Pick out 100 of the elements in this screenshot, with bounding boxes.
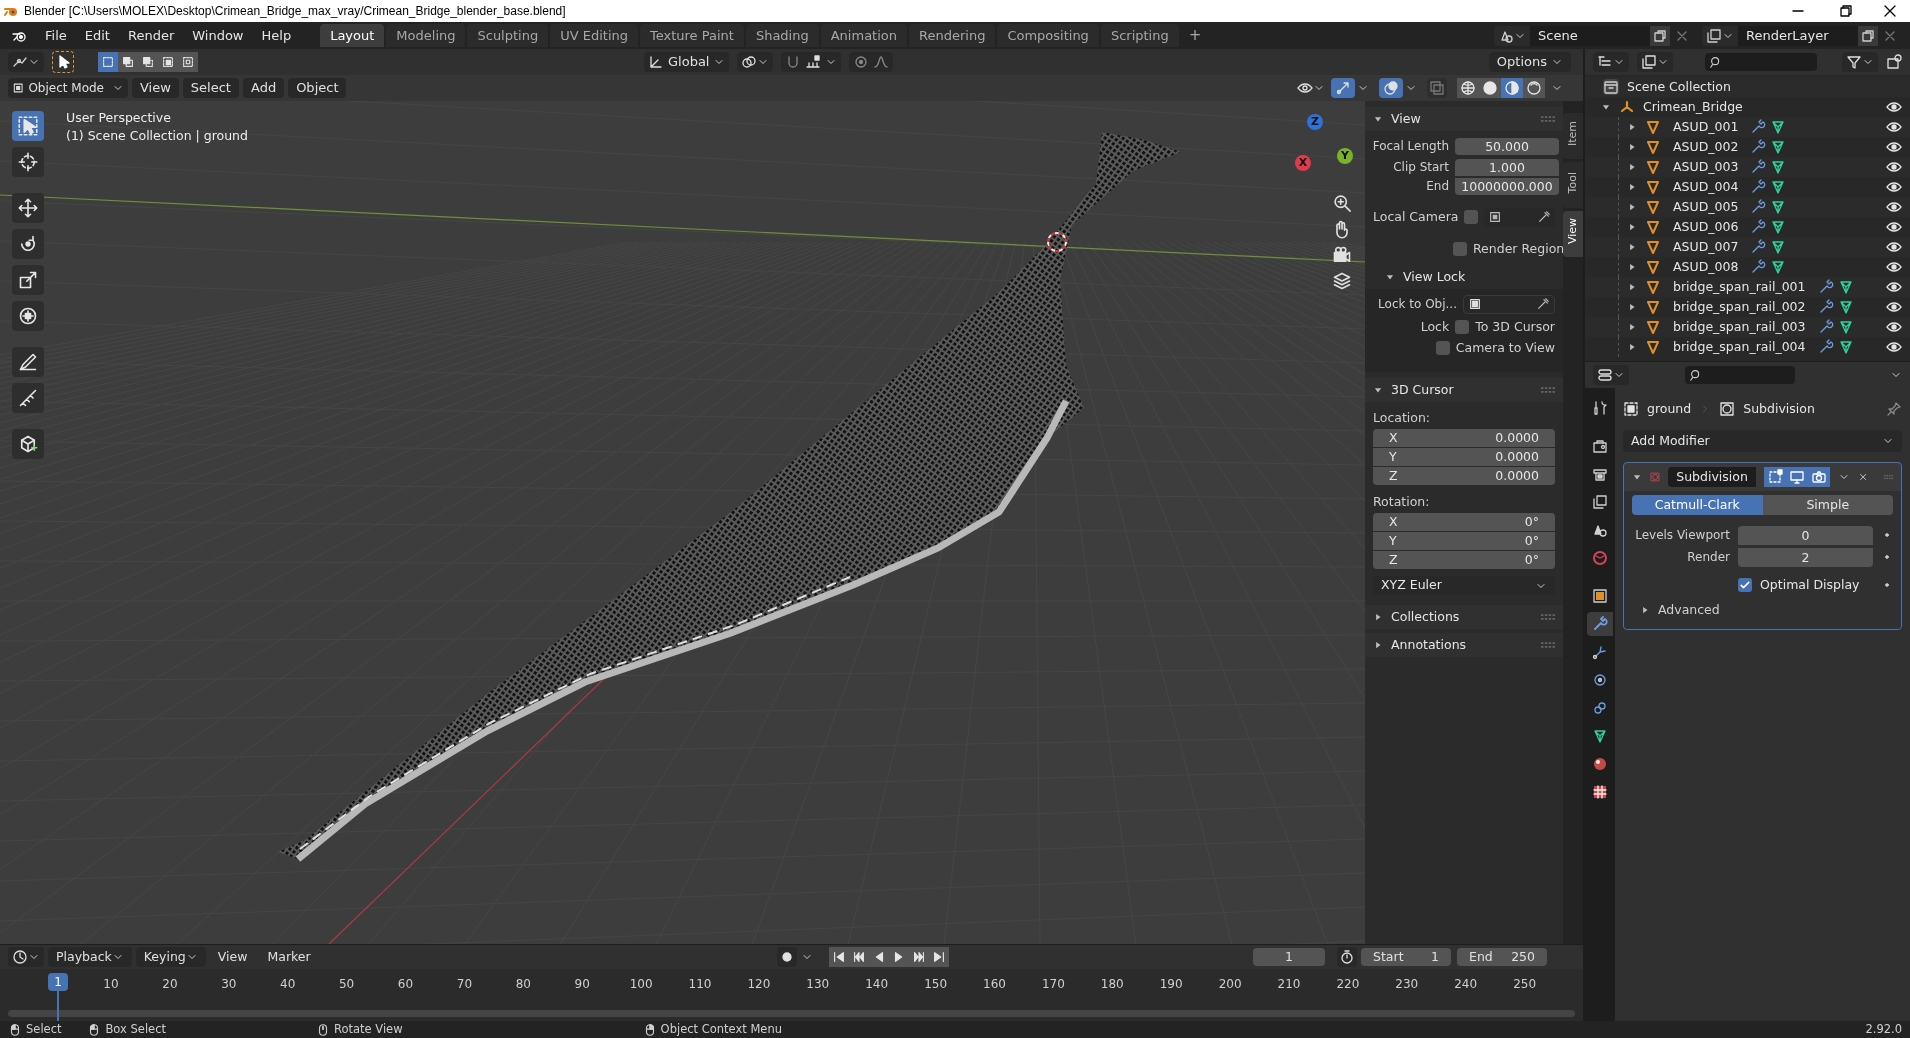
orientation-dropdown[interactable]: Global bbox=[644, 52, 730, 72]
add-workspace-button[interactable]: + bbox=[1180, 24, 1210, 47]
menu-item[interactable]: File bbox=[36, 24, 76, 47]
outliner-item[interactable]: ASUD_008 bbox=[1673, 257, 1739, 277]
checkbox-label: To 3D Cursor bbox=[1475, 317, 1555, 336]
breadcrumb-item: Subdivision bbox=[1743, 399, 1815, 418]
subdivision-type-tab[interactable]: Simple bbox=[1762, 495, 1893, 515]
outliner-item[interactable]: ASUD_006 bbox=[1673, 217, 1739, 237]
modifier-name-field[interactable]: Subdivision bbox=[1668, 467, 1756, 487]
number-field[interactable]: 50.000 bbox=[1455, 137, 1559, 155]
menu-item[interactable]: View bbox=[132, 78, 179, 98]
breadcrumb-item: ground bbox=[1647, 399, 1692, 418]
workspace-tab[interactable]: Modeling bbox=[386, 24, 466, 47]
field-label: Focal Length bbox=[1371, 138, 1449, 155]
current-frame-field[interactable]: 1 bbox=[1253, 948, 1325, 966]
frame-tick-label: 10 bbox=[103, 976, 119, 993]
options-dropdown[interactable]: Options bbox=[1488, 52, 1571, 72]
outliner-item[interactable]: Crimean_Bridge bbox=[1643, 97, 1886, 117]
frame-tick-label: 90 bbox=[574, 976, 590, 993]
checkbox-label: Render Region bbox=[1473, 239, 1563, 258]
number-field[interactable]: 0 bbox=[1738, 525, 1873, 545]
rotation-mode-dropdown[interactable]: XYZ Euler bbox=[1373, 576, 1555, 595]
section-label: Rotation: bbox=[1373, 493, 1431, 511]
frame-tick-label: 160 bbox=[983, 976, 1006, 993]
menu-item[interactable]: Render bbox=[118, 24, 184, 47]
scene-name-field[interactable]: Scene bbox=[1530, 25, 1650, 46]
end-frame-field[interactable]: End 250 bbox=[1457, 948, 1547, 966]
status-hint: Box Select bbox=[105, 1020, 166, 1038]
outliner-item[interactable]: Scene Collection bbox=[1627, 77, 1731, 97]
menu-item[interactable]: Window bbox=[183, 24, 253, 47]
frame-tick-label: 200 bbox=[1218, 976, 1242, 993]
subpanel-title[interactable]: View Lock bbox=[1403, 267, 1466, 287]
menu-item[interactable]: Help bbox=[252, 24, 301, 47]
window-title: Blender [C:\Users\MOLEX\Desktop\Crimean_Bridge_max_vray/Crimean_Bridge_blender_base.blend] bbox=[24, 3, 566, 20]
workspace-tab[interactable]: Rendering bbox=[909, 24, 996, 47]
workspace-tab[interactable]: UV Editing bbox=[550, 24, 638, 47]
outliner-item[interactable]: bridge_span_rail_004 bbox=[1673, 337, 1806, 357]
workspace-tab[interactable]: Shading bbox=[745, 24, 819, 47]
sidebar-tab[interactable]: View bbox=[1563, 211, 1583, 257]
outliner-item[interactable]: ASUD_003 bbox=[1673, 157, 1739, 177]
vector-field[interactable]: Y 0° bbox=[1373, 532, 1555, 550]
viewport-info-text: User Perspective bbox=[66, 109, 172, 127]
outliner-item[interactable]: ASUD_001 bbox=[1673, 117, 1739, 137]
add-modifier-dropdown[interactable]: Add Modifier bbox=[1623, 430, 1902, 452]
workspace-tab[interactable]: Texture Paint bbox=[640, 24, 744, 47]
frame-tick-label: 80 bbox=[515, 976, 531, 993]
vector-field[interactable]: X 0° bbox=[1373, 513, 1555, 531]
vector-field[interactable]: Z 0.0000 bbox=[1373, 467, 1555, 485]
playhead-frame[interactable]: 1 bbox=[48, 973, 68, 991]
field-label: End bbox=[1425, 178, 1449, 195]
menu-item[interactable]: Marker bbox=[259, 947, 319, 967]
outliner-item[interactable]: ASUD_005 bbox=[1673, 197, 1739, 217]
view-layer-field[interactable]: RenderLayer bbox=[1738, 25, 1858, 46]
outliner-item[interactable]: ASUD_002 bbox=[1673, 137, 1739, 157]
outliner-item[interactable]: ASUD_004 bbox=[1673, 177, 1739, 197]
frame-tick-label: 190 bbox=[1159, 976, 1183, 993]
sidebar-tab[interactable]: Tool bbox=[1563, 162, 1583, 208]
field-label: Clip Start bbox=[1392, 159, 1449, 176]
workspace-tab[interactable]: Scripting bbox=[1100, 24, 1179, 47]
menu-item[interactable]: View bbox=[209, 947, 256, 967]
menu-item[interactable]: Playback bbox=[48, 947, 132, 967]
vector-field[interactable]: X 0.0000 bbox=[1373, 429, 1555, 447]
panel-title[interactable]: View bbox=[1391, 109, 1421, 129]
checkbox-label: Camera to View bbox=[1455, 338, 1555, 357]
frame-tick-label: 230 bbox=[1395, 976, 1419, 993]
outliner-item[interactable]: bridge_span_rail_001 bbox=[1673, 277, 1806, 297]
subdivision-type-tab[interactable]: Catmull-Clark bbox=[1632, 495, 1763, 515]
section-label: Location: bbox=[1373, 409, 1432, 427]
number-field[interactable]: 2 bbox=[1738, 547, 1873, 567]
menu-item[interactable]: Object bbox=[288, 78, 347, 98]
field-label: Lock bbox=[1419, 317, 1450, 336]
outliner-item[interactable]: bridge_span_rail_002 bbox=[1673, 297, 1806, 317]
start-frame-field[interactable]: Start 1 bbox=[1361, 948, 1451, 966]
checkbox-label: Optimal Display bbox=[1760, 575, 1860, 594]
mode-dropdown[interactable]: Object Mode bbox=[8, 78, 128, 98]
menu-item[interactable]: Add bbox=[242, 78, 285, 98]
vector-field[interactable]: Y 0.0000 bbox=[1373, 448, 1555, 466]
frame-tick-label: 50 bbox=[338, 976, 355, 993]
field-label: Local Camera bbox=[1373, 207, 1459, 226]
workspace-tab[interactable]: Sculpting bbox=[467, 24, 549, 47]
menu-item[interactable]: Keying bbox=[135, 947, 206, 967]
outliner-item[interactable]: bridge_span_rail_003 bbox=[1673, 317, 1806, 337]
workspace-tab[interactable]: Animation bbox=[820, 24, 907, 47]
status-hint: Object Context Menu bbox=[660, 1020, 782, 1038]
vector-field[interactable]: Z 0° bbox=[1373, 551, 1555, 569]
workspace-tab[interactable]: Layout bbox=[320, 24, 385, 47]
number-field[interactable]: 1.000 bbox=[1455, 158, 1559, 176]
frame-tick-label: 70 bbox=[456, 976, 473, 993]
workspace-tab[interactable]: Compositing bbox=[997, 24, 1099, 47]
subpanel-title[interactable]: Advanced bbox=[1658, 600, 1720, 620]
frame-tick-label: 30 bbox=[221, 976, 237, 993]
outliner-item[interactable]: ASUD_007 bbox=[1673, 237, 1739, 257]
sidebar-tab[interactable]: Item bbox=[1563, 113, 1583, 159]
frame-tick-label: 20 bbox=[162, 976, 178, 993]
field-label: Levels Viewport bbox=[1634, 527, 1730, 544]
menu-item[interactable]: Select bbox=[182, 78, 239, 98]
field-label: Lock to Obj... bbox=[1377, 296, 1457, 313]
number-field[interactable]: 10000000.000 bbox=[1455, 177, 1559, 195]
menu-item[interactable]: Edit bbox=[75, 24, 119, 47]
version-label: 2.92.0 bbox=[1865, 1020, 1902, 1038]
